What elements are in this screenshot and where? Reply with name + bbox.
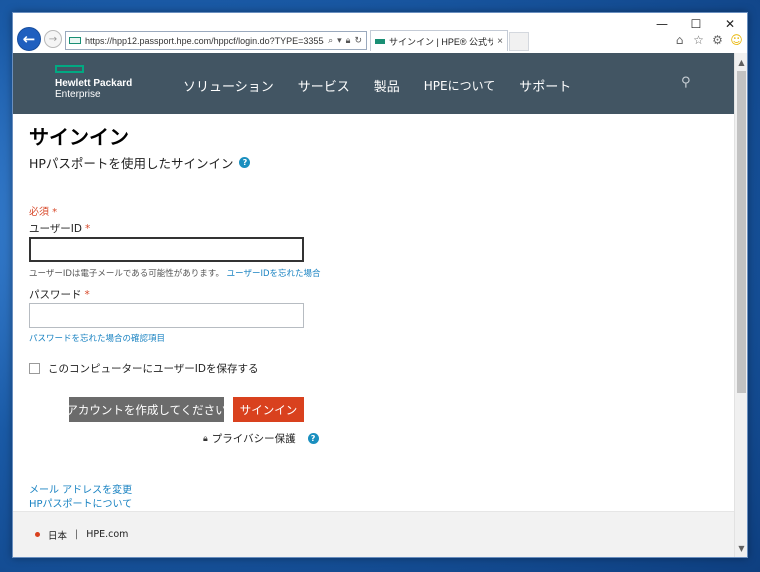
scroll-thumb[interactable] bbox=[737, 71, 746, 393]
page: Hewlett Packard Enterprise ソリューション サービス … bbox=[13, 53, 734, 557]
nav-solutions[interactable]: ソリューション bbox=[183, 76, 274, 95]
userid-input[interactable] bbox=[29, 237, 304, 262]
scroll-down-arrow-icon[interactable]: ▼ bbox=[735, 541, 747, 555]
close-window-button[interactable]: ✕ bbox=[713, 13, 747, 35]
maximize-button[interactable]: ☐ bbox=[679, 13, 713, 35]
password-label-text: パスワード bbox=[29, 289, 82, 301]
search-icon[interactable]: ⌕ bbox=[328, 35, 333, 46]
address-bar[interactable]: https://hpp12.passport.hpe.com/hppcf/log… bbox=[65, 31, 367, 50]
tab-close-icon[interactable]: × bbox=[493, 36, 507, 47]
required-star: * bbox=[84, 223, 91, 235]
window-controls: — ☐ ✕ bbox=[645, 13, 747, 35]
feedback-smiley-icon[interactable]: ☺ bbox=[730, 33, 743, 47]
settings-gear-icon[interactable]: ⚙ bbox=[711, 33, 724, 47]
site-search-icon[interactable]: ⚲ bbox=[681, 75, 691, 90]
footer-site-link[interactable]: HPE.com bbox=[86, 529, 128, 540]
lock-icon: 🔒︎ bbox=[203, 433, 208, 444]
about-passport-link[interactable]: HPパスポートについて bbox=[29, 495, 132, 510]
browser-window: — ☐ ✕ ← → https://hpp12.passport.hpe.com… bbox=[12, 12, 748, 558]
japan-flag-icon bbox=[35, 532, 40, 537]
arrow-right-icon: → bbox=[48, 33, 58, 45]
nav-support[interactable]: サポート bbox=[519, 76, 571, 95]
main-nav: ソリューション サービス 製品 HPEについて サポート bbox=[183, 76, 595, 95]
required-note: 必須 * bbox=[29, 207, 58, 218]
home-icon[interactable]: ⌂ bbox=[673, 33, 686, 47]
site-header: Hewlett Packard Enterprise ソリューション サービス … bbox=[13, 53, 734, 114]
password-label: パスワード * bbox=[29, 287, 90, 302]
tab-favicon-icon bbox=[375, 38, 385, 44]
scroll-up-arrow-icon[interactable]: ▲ bbox=[735, 55, 747, 69]
page-viewport: Hewlett Packard Enterprise ソリューション サービス … bbox=[13, 53, 747, 557]
userid-label-text: ユーザーID bbox=[29, 223, 82, 235]
userid-help-text: ユーザーIDは電子メールである可能性があります。 bbox=[29, 269, 224, 279]
help-icon[interactable]: ? bbox=[239, 157, 251, 168]
userid-help: ユーザーIDは電子メールである可能性があります。 ユーザーIDを忘れた場合 bbox=[29, 267, 321, 279]
new-tab-button[interactable] bbox=[509, 32, 529, 51]
dropdown-icon[interactable]: ▾ bbox=[337, 35, 342, 46]
privacy-row: 🔒︎ プライバシー保護 ? bbox=[203, 431, 319, 446]
tab-title: サインイン | HPE® 公式サイト bbox=[389, 36, 493, 47]
remember-userid-row: このコンピューターにユーザーIDを保存する bbox=[29, 361, 258, 376]
refresh-icon[interactable]: ↻ bbox=[354, 35, 362, 46]
create-account-button[interactable]: アカウントを作成してください bbox=[66, 397, 227, 422]
site-favicon-icon bbox=[69, 37, 81, 44]
password-input[interactable] bbox=[29, 303, 304, 328]
page-subtitle: HPパスポートを使用したサインイン ? bbox=[29, 153, 251, 172]
logo-line2: Enterprise bbox=[55, 89, 101, 100]
browser-chrome: — ☐ ✕ ← → https://hpp12.passport.hpe.com… bbox=[13, 13, 747, 53]
remember-userid-checkbox[interactable] bbox=[29, 363, 40, 374]
site-footer: 日本 | HPE.com bbox=[13, 511, 734, 557]
footer-separator: | bbox=[75, 529, 79, 540]
vertical-scrollbar[interactable]: ▲ ▼ bbox=[734, 53, 747, 557]
nav-products[interactable]: 製品 bbox=[374, 76, 400, 95]
logo-line1: Hewlett Packard bbox=[55, 78, 133, 89]
tab-signin[interactable]: サインイン | HPE® 公式サイト × bbox=[370, 30, 508, 51]
arrow-left-icon: ← bbox=[22, 30, 36, 48]
password-help: パスワードを忘れた場合の確認項目 bbox=[29, 332, 165, 344]
privacy-help-icon[interactable]: ? bbox=[307, 433, 319, 444]
nav-services[interactable]: サービス bbox=[298, 76, 350, 95]
hpe-logo[interactable]: Hewlett Packard Enterprise bbox=[55, 65, 132, 100]
favorites-star-icon[interactable]: ☆ bbox=[692, 33, 705, 47]
userid-label: ユーザーID * bbox=[29, 221, 90, 236]
subtitle-text: HPパスポートを使用したサインイン bbox=[29, 156, 234, 171]
remember-userid-label[interactable]: このコンピューターにユーザーIDを保存する bbox=[48, 361, 258, 376]
back-button[interactable]: ← bbox=[17, 27, 41, 51]
privacy-link[interactable]: プライバシー保護 bbox=[212, 431, 296, 446]
change-email-link[interactable]: メール アドレスを変更 bbox=[29, 481, 132, 496]
hpe-element-logo-icon bbox=[55, 65, 84, 73]
nav-about[interactable]: HPEについて bbox=[424, 77, 495, 95]
footer-country[interactable]: 日本 bbox=[48, 528, 67, 542]
browser-toolbar: ⌂ ☆ ⚙ ☺ bbox=[673, 33, 743, 47]
forgot-password-link[interactable]: パスワードを忘れた場合の確認項目 bbox=[29, 334, 165, 344]
required-star: * bbox=[84, 289, 90, 301]
page-title: サインイン bbox=[29, 125, 129, 149]
lock-icon[interactable]: 🔒︎ bbox=[346, 35, 351, 46]
minimize-button[interactable]: — bbox=[645, 13, 679, 35]
forward-button[interactable]: → bbox=[44, 30, 62, 48]
forgot-userid-link[interactable]: ユーザーIDを忘れた場合 bbox=[227, 269, 321, 279]
url-text[interactable]: https://hpp12.passport.hpe.com/hppcf/log… bbox=[85, 36, 324, 46]
signin-button[interactable]: サインイン bbox=[233, 397, 304, 422]
